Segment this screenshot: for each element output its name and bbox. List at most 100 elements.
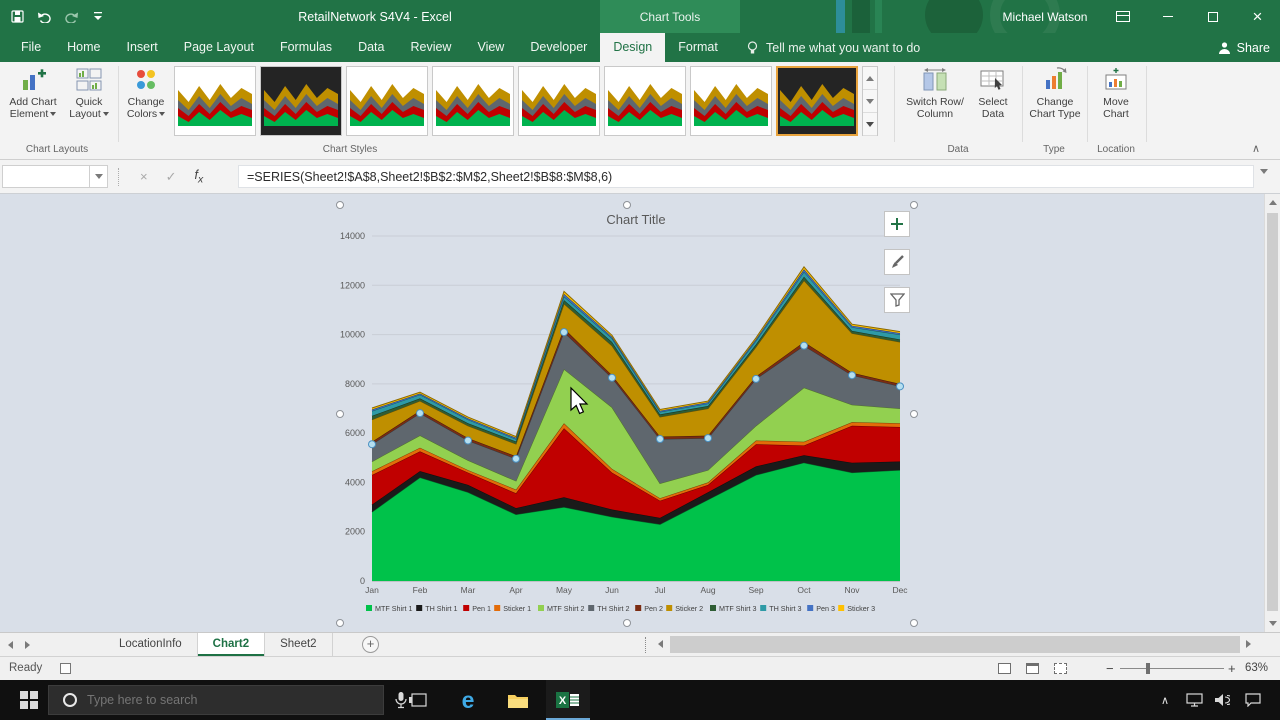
selected-point-handle[interactable] [561,329,568,336]
x-axis-tick-label[interactable]: Aug [700,585,715,595]
minimize-button[interactable] [1145,0,1190,33]
zoom-slider[interactable] [1120,668,1224,669]
formula-bar-expand-icon[interactable] [1260,174,1268,192]
chart-selection-handle[interactable] [336,619,344,627]
normal-view-icon[interactable] [998,663,1011,674]
legend-label[interactable]: Sticker 1 [503,604,531,613]
selected-point-handle[interactable] [897,383,904,390]
tab-splitter[interactable] [645,637,646,653]
ribbon-tab-insert[interactable]: Insert [114,33,171,62]
selected-point-handle[interactable] [657,436,664,443]
sheet-tab-locationinfo[interactable]: LocationInfo [104,633,198,656]
y-axis-tick-label[interactable]: 8000 [345,379,365,389]
name-box-dropdown-icon[interactable] [90,165,108,188]
selected-point-handle[interactable] [801,342,808,349]
ribbon-tab-design[interactable]: Design [600,33,665,62]
move-chart-button[interactable]: Move Chart [1090,67,1142,120]
gallery-scroll-up[interactable] [863,67,877,90]
file-explorer-icon[interactable] [496,680,540,720]
confirm-entry-icon[interactable]: ✓ [166,169,177,185]
maximize-button[interactable] [1190,0,1235,33]
chart-style-2[interactable] [260,66,342,136]
task-view-button[interactable] [396,680,440,720]
ribbon-tab-data[interactable]: Data [345,33,397,62]
vertical-scroll-thumb[interactable] [1267,213,1278,611]
scroll-up-icon[interactable] [1265,194,1280,211]
legend-label[interactable]: Pen 3 [816,604,835,613]
chart-selection-handle[interactable] [910,201,918,209]
search-input[interactable] [87,693,317,707]
y-axis-tick-label[interactable]: 4000 [345,477,365,487]
share-button[interactable]: Share [1218,33,1270,62]
selected-point-handle[interactable] [705,435,712,442]
chart-style-1[interactable] [174,66,256,136]
chart-selection-handle[interactable] [336,410,344,418]
y-axis-tick-label[interactable]: 2000 [345,527,365,537]
gallery-scroll-down[interactable] [863,90,877,113]
chart-styles-button[interactable] [884,249,910,275]
y-axis-tick-label[interactable]: 6000 [345,428,365,438]
undo-icon[interactable] [35,6,53,28]
x-axis-tick-label[interactable]: Jun [605,585,619,595]
page-break-view-icon[interactable] [1054,663,1067,674]
x-axis-tick-label[interactable]: Apr [509,585,522,595]
y-axis-tick-label[interactable]: 12000 [340,280,365,290]
new-sheet-button[interactable]: + [362,636,379,653]
save-icon[interactable] [8,6,26,28]
excel-taskbar-icon[interactable]: X [546,680,590,720]
action-center-icon[interactable] [1238,680,1268,720]
stacked-area-chart[interactable]: 02000400060008000100001200014000JanFebMa… [0,194,1264,632]
chart-style-6[interactable] [604,66,686,136]
ribbon-tab-format[interactable]: Format [665,33,731,62]
chart-style-7[interactable] [690,66,772,136]
sheet-tab-sheet2[interactable]: Sheet2 [265,633,332,656]
formula-input[interactable]: =SERIES(Sheet2!$A$8,Sheet2!$B$2:$M$2,She… [238,165,1254,188]
x-axis-tick-label[interactable]: Nov [844,585,860,595]
selected-point-handle[interactable] [753,375,760,382]
cancel-entry-icon[interactable]: × [140,169,148,184]
y-axis-tick-label[interactable]: 14000 [340,231,365,241]
start-button[interactable] [10,680,48,720]
zoom-in-button[interactable]: + [1228,657,1236,680]
chart-elements-button[interactable] [884,211,910,237]
ribbon-tab-developer[interactable]: Developer [517,33,600,62]
next-sheet-icon[interactable] [25,641,30,649]
legend-label[interactable]: TH Shirt 1 [425,604,457,613]
customize-qat-icon[interactable] [89,6,107,28]
x-axis-tick-label[interactable]: Sep [748,585,763,595]
legend-label[interactable]: Sticker 3 [847,604,875,613]
chart-style-8[interactable] [776,66,858,136]
show-hidden-icons-chevron[interactable]: ∧ [1150,680,1180,720]
select-data-button[interactable]: Select Data [968,67,1018,120]
horizontal-scroll-thumb[interactable] [670,636,1240,653]
name-box[interactable] [2,165,90,188]
ribbon-tab-home[interactable]: Home [54,33,113,62]
macro-record-icon[interactable] [60,663,71,674]
selected-point-handle[interactable] [417,410,424,417]
chart-style-3[interactable] [346,66,428,136]
user-name[interactable]: Michael Watson [990,0,1100,33]
edge-browser-icon[interactable]: e [446,680,490,720]
previous-sheet-icon[interactable] [8,641,13,649]
selected-point-handle[interactable] [465,437,472,444]
insert-function-icon[interactable]: fx [195,168,204,186]
chart-sheet-area[interactable]: 02000400060008000100001200014000JanFebMa… [0,194,1264,632]
ribbon-tab-view[interactable]: View [464,33,517,62]
page-layout-view-icon[interactable] [1026,663,1039,674]
legend-label[interactable]: Sticker 2 [675,604,703,613]
chart-title[interactable]: Chart Title [606,212,665,227]
chart-selection-handle[interactable] [623,201,631,209]
x-axis-tick-label[interactable]: Feb [413,585,428,595]
ribbon-tab-file[interactable]: File [8,33,54,62]
x-axis-tick-label[interactable]: Jan [365,585,379,595]
ribbon-tab-formulas[interactable]: Formulas [267,33,345,62]
change-colors-button[interactable]: Change Colors [120,67,172,120]
ribbon-tab-page-layout[interactable]: Page Layout [171,33,267,62]
close-button[interactable]: × [1235,0,1280,33]
redo-icon[interactable] [62,6,80,28]
chart-selection-handle[interactable] [910,410,918,418]
chart-style-5[interactable] [518,66,600,136]
chart-selection-handle[interactable] [910,619,918,627]
horizontal-scrollbar[interactable] [656,636,1256,653]
gallery-more-button[interactable] [863,113,877,136]
